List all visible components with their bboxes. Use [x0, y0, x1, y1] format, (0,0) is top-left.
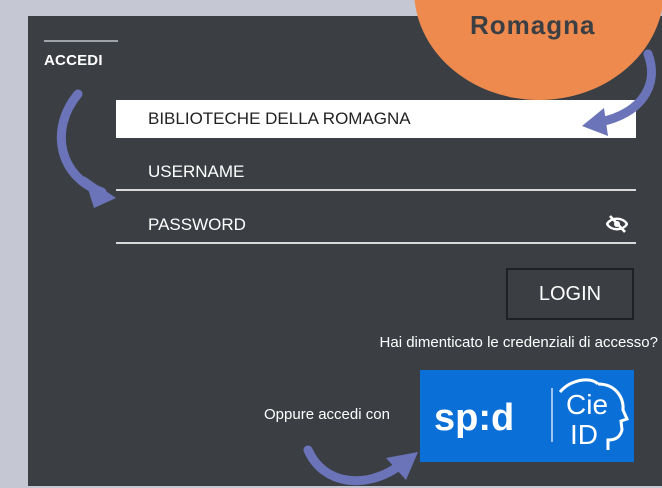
spid-cie-login-button[interactable]: sp:d Cie ID	[420, 370, 634, 462]
username-field[interactable]: USERNAME	[116, 153, 636, 191]
tab-indicator	[44, 40, 118, 42]
forgot-credentials-link[interactable]: Hai dimenticato le credenziali di access…	[380, 334, 658, 351]
panel-title: ACCEDI	[44, 52, 103, 69]
eye-slash-icon[interactable]	[606, 215, 628, 233]
password-field[interactable]: PASSWORD	[116, 206, 636, 244]
library-select-value: BIBLIOTECHE DELLA ROMAGNA	[148, 109, 411, 128]
region-badge-label: Romagna	[470, 10, 596, 40]
spid-logo-text: sp:d	[434, 397, 514, 439]
curved-arrow-icon	[57, 89, 116, 208]
cie-logo-bottom: ID	[570, 419, 598, 450]
username-label: USERNAME	[148, 162, 245, 181]
cie-logo-top: Cie	[566, 389, 608, 420]
spid-cie-logo: sp:d Cie ID	[434, 378, 630, 450]
curved-arrow-icon	[303, 445, 418, 486]
curved-arrow-icon	[582, 49, 656, 136]
alternative-login-label: Oppure accedi con	[264, 406, 390, 423]
password-label: PASSWORD	[148, 215, 246, 234]
library-select[interactable]: BIBLIOTECHE DELLA ROMAGNA	[116, 100, 636, 138]
login-button[interactable]: LOGIN	[506, 268, 634, 320]
